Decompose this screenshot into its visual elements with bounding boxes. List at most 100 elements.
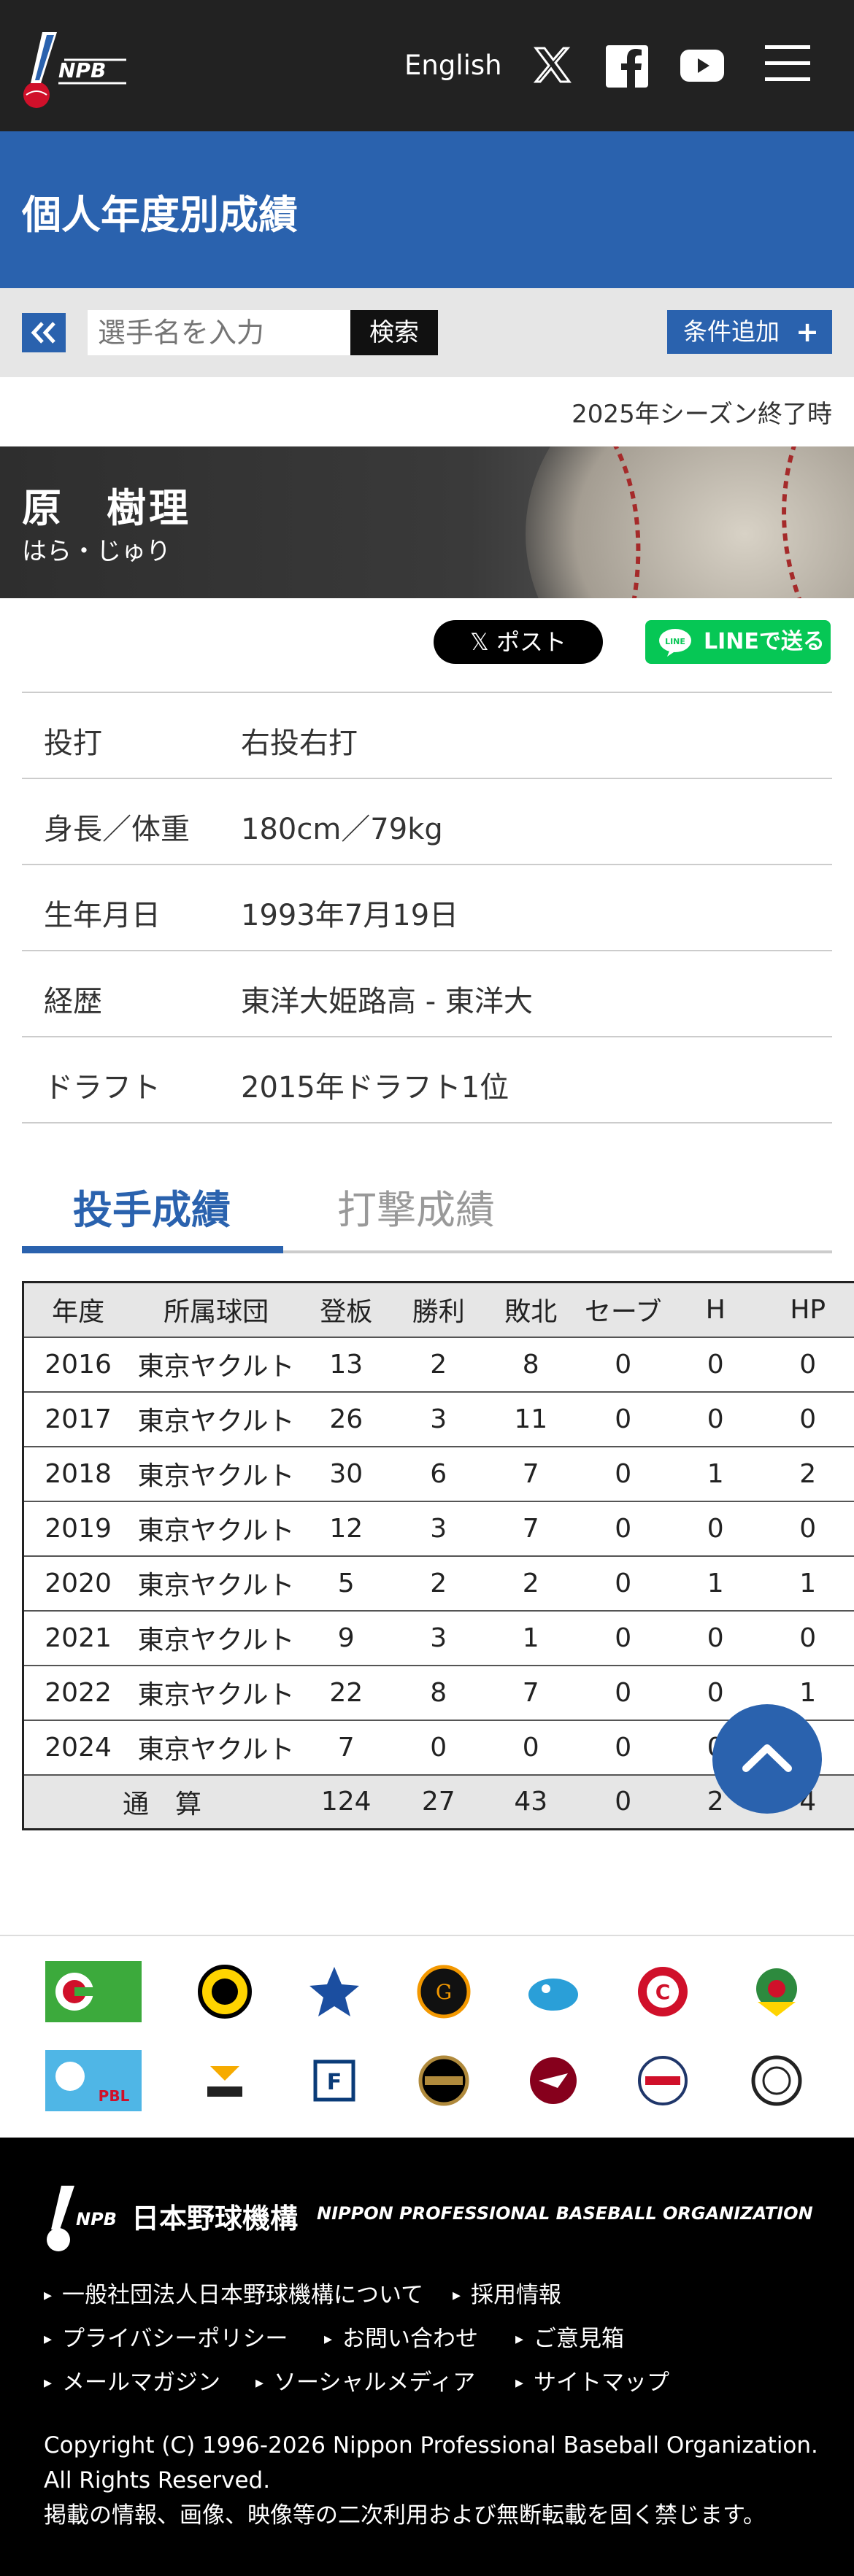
footer-link-social[interactable]: ソーシャルメディア [255,2364,475,2397]
tigers-logo[interactable] [196,1962,254,2021]
swallows-logo[interactable] [747,1962,806,2021]
buffaloes-logo[interactable] [415,2051,473,2110]
page-title: 個人年度別成績 [22,192,298,238]
player-kana: はら・じゅり [22,537,171,566]
footer-link-contact[interactable]: お問い合わせ [324,2320,478,2353]
scroll-to-top-button[interactable] [712,1704,822,1814]
menu-icon[interactable] [765,45,810,82]
table-cell: 東京ヤクルト [132,1610,300,1666]
table-row: 2017 東京ヤクルト 26 3 11 0 0 0 [22,1391,854,1447]
footer-link-feedback[interactable]: ご意見箱 [515,2320,624,2353]
profile-row: ドラフト 2015年ドラフト1位 [22,1037,832,1123]
table-cell: 8 [392,1665,485,1721]
table-cell: 2017 [22,1391,133,1447]
add-condition-label: 条件追加 [683,317,780,346]
table-cell: 2020 [22,1555,133,1612]
giants-logo[interactable]: G [415,1962,473,2021]
table-cell: 2 [392,1555,485,1612]
table-cell: 11 [484,1391,577,1447]
site-footer: NPB 日本野球機構 NIPPON PROFESSIONAL BASEBALL … [0,2138,854,2576]
copyright-block: Copyright (C) 1996-2026 Nippon Professio… [44,2428,818,2533]
svg-text:LINE: LINE [665,637,685,646]
npb-logo[interactable]: NPB [20,25,130,111]
add-condition-button[interactable]: 条件追加 + [667,310,832,354]
footer-link-newsletter[interactable]: メールマガジン [44,2364,220,2397]
facebook-icon[interactable] [606,45,648,88]
table-row: 2019 東京ヤクルト 12 3 7 0 0 0 [22,1501,854,1557]
x-icon: 𝕏 [470,628,496,656]
table-cell: 0 [577,1446,669,1502]
footer-link-sitemap[interactable]: サイトマップ [515,2364,669,2397]
column-header: 所属球団 [132,1281,300,1338]
column-header: 登板 [299,1281,393,1338]
profile-value: 180cm／79kg [241,813,443,846]
table-cell: 2 [761,1446,854,1502]
table-cell: 43 [484,1774,577,1830]
table-row: 2016 東京ヤクルト 13 2 8 0 0 0 [22,1337,854,1393]
table-cell: 東京ヤクルト [132,1391,300,1447]
back-button[interactable] [22,313,66,352]
footer-link-recruit[interactable]: 採用情報 [453,2276,561,2309]
table-cell: 0 [484,1720,577,1776]
table-cell: 2016 [22,1337,133,1393]
table-cell: 9 [299,1610,393,1666]
tab-pitching[interactable]: 投手成績 [73,1177,231,1235]
footer-link-privacy[interactable]: プライバシーポリシー [44,2320,288,2353]
marines-logo[interactable] [747,2051,806,2110]
column-header: 勝利 [392,1281,485,1338]
baseball-image [526,446,854,598]
pacific-league-logo[interactable]: PBL [45,2050,142,2111]
english-link[interactable]: English [404,50,502,81]
table-cell: 0 [577,1720,669,1776]
lions-logo[interactable] [634,2051,692,2110]
table-cell: 0 [392,1720,485,1776]
eagles-logo[interactable] [524,2051,582,2110]
tab-divider [283,1250,832,1253]
active-tab-indicator [22,1246,283,1253]
search-button[interactable]: 検索 [350,310,438,355]
baystars-logo[interactable] [305,1962,363,2021]
column-header: H [669,1281,762,1338]
dragons-logo[interactable] [524,1962,582,2021]
table-cell: 東京ヤクルト [132,1501,300,1557]
footer-link-about[interactable]: 一般社団法人日本野球機構について [44,2276,423,2309]
search-bar: 検索 条件追加 + [0,288,854,377]
table-cell: 2 [484,1555,577,1612]
table-cell: 0 [577,1774,669,1830]
table-cell: 0 [577,1337,669,1393]
table-cell: 1 [761,1555,854,1612]
carp-logo[interactable]: C [634,1962,692,2021]
fighters-logo[interactable]: F [305,2051,363,2110]
youtube-icon[interactable] [680,50,724,82]
tab-batting[interactable]: 打撃成績 [337,1177,495,1235]
profile-value: 右投右打 [241,727,358,760]
table-cell: 東京ヤクルト [132,1337,300,1393]
x-icon[interactable] [533,45,572,85]
table-cell: 26 [299,1391,393,1447]
profile-row: 経歴 東洋大姫路高 - 東洋大 [22,951,832,1037]
table-cell: 0 [577,1555,669,1612]
x-post-button[interactable]: 𝕏 ポスト [434,620,603,664]
svg-text:F: F [327,2070,342,2095]
player-profile: 投打 右投右打 身長／体重 180cm／79kg 生年月日 1993年7月19日… [22,692,832,1123]
table-cell: 8 [484,1337,577,1393]
double-chevron-left-icon [31,322,55,344]
top-nav-bar: NPB English [0,0,854,131]
column-header: HP [761,1281,854,1338]
central-league-logo[interactable] [45,1961,142,2022]
table-cell: 0 [761,1610,854,1666]
profile-row: 投打 右投右打 [22,693,832,779]
table-cell: 3 [392,1501,485,1557]
line-share-button[interactable]: LINE LINEで送る [645,620,831,664]
table-cell: 30 [299,1446,393,1502]
table-cell: 0 [577,1610,669,1666]
table-cell: 0 [669,1391,762,1447]
svg-text:PBL: PBL [99,2087,130,2105]
player-search-input[interactable] [88,310,350,355]
table-cell: 東京ヤクルト [132,1665,300,1721]
profile-value: 2015年ドラフト1位 [241,1071,509,1105]
hawks-logo[interactable] [196,2051,254,2110]
table-cell: 0 [577,1391,669,1447]
table-cell: 東京ヤクルト [132,1720,300,1776]
npb-footer-logo[interactable]: NPB [44,2181,124,2254]
